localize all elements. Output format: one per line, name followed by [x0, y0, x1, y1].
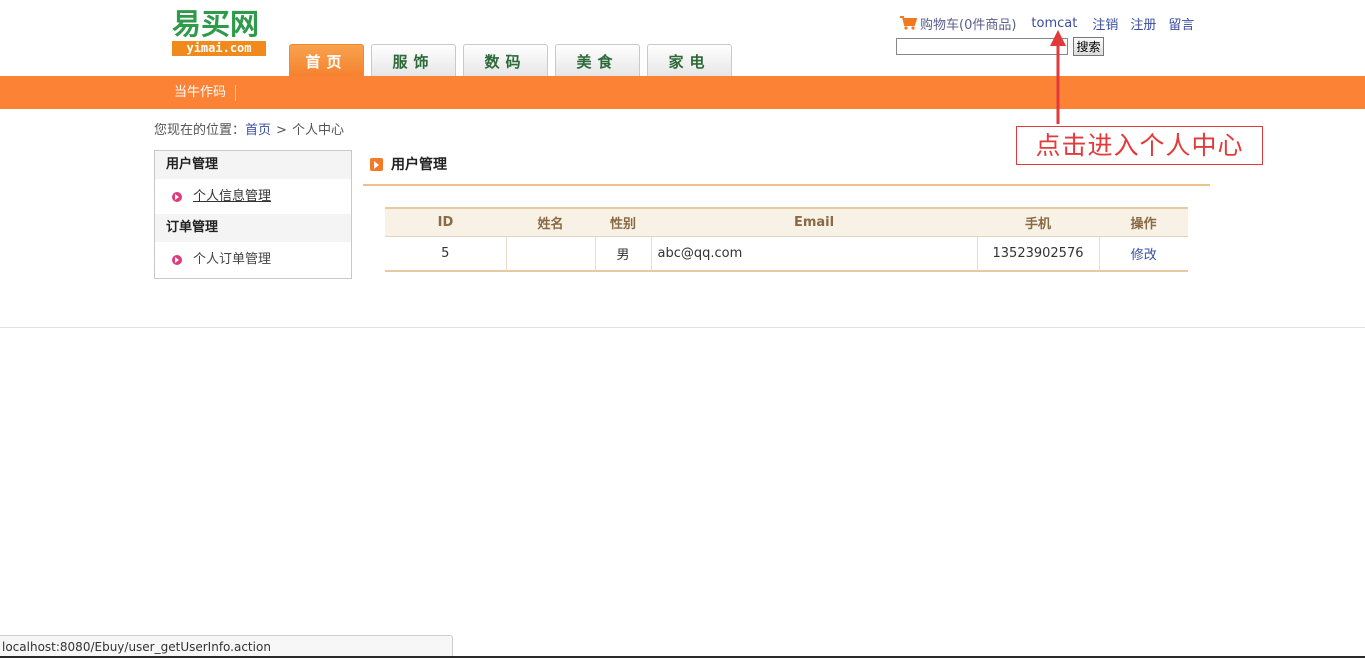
cell-action: 修改	[1099, 236, 1188, 272]
browser-status-bar: localhost:8080/Ebuy/user_getUserInfo.act…	[0, 635, 453, 658]
sidebar-item-orders[interactable]: 个人订单管理	[155, 242, 351, 277]
tab-home[interactable]: 首页	[289, 44, 364, 76]
sidebar: 用户管理 个人信息管理 订单管理 个人订单管理	[154, 150, 352, 279]
user-center-link[interactable]: tomcat	[1031, 16, 1077, 31]
cell-id: 5	[385, 236, 507, 272]
sidebar-item-profile[interactable]: 个人信息管理	[155, 179, 351, 214]
header-email: Email	[651, 207, 977, 237]
tab-appliances[interactable]: 家电	[647, 44, 732, 76]
cart-link[interactable]: 购物车(0件商品)	[920, 14, 1016, 33]
search-input[interactable]	[896, 38, 1068, 55]
footer-divider	[0, 327, 1365, 328]
cell-email: abc@qq.com	[651, 236, 978, 272]
cell-gender: 男	[595, 236, 652, 272]
search-button[interactable]: 搜索	[1073, 37, 1104, 56]
cell-name	[506, 236, 596, 272]
sidebar-section-user: 用户管理	[155, 151, 351, 179]
subnav-link[interactable]: 当牛作码	[174, 85, 237, 101]
annotation-arrow-icon	[1050, 30, 1066, 124]
logout-link[interactable]: 注销	[1092, 14, 1118, 33]
sub-nav-bar: 当牛作码	[0, 76, 1365, 109]
header-id: ID	[385, 207, 506, 237]
user-table: ID 姓名 性别 Email 手机 操作 5 男 abc@qq.com 1352…	[385, 207, 1188, 272]
bullet-arrow-icon	[172, 191, 182, 202]
tab-food[interactable]: 美食	[555, 44, 640, 76]
table-header-row: ID 姓名 性别 Email 手机 操作	[385, 207, 1188, 237]
breadcrumb-current: 个人中心	[291, 123, 344, 138]
sidebar-section-orders: 订单管理	[155, 214, 351, 242]
main-nav: 首页 服饰 数码 美食 家电	[289, 44, 739, 76]
breadcrumb-separator: >	[276, 123, 287, 138]
header-name: 姓名	[506, 207, 595, 237]
site-logo[interactable]: 易买网 yimai.com	[172, 9, 268, 57]
tab-clothing[interactable]: 服饰	[371, 44, 456, 76]
annotation-label: 点击进入个人中心	[1016, 126, 1263, 165]
arrow-right-icon	[370, 158, 383, 171]
breadcrumb-prefix: 您现在的位置：	[154, 123, 246, 138]
page-title: 用户管理	[391, 157, 447, 173]
tab-digital[interactable]: 数码	[463, 44, 548, 76]
register-link[interactable]: 注册	[1130, 14, 1156, 33]
breadcrumb: 您现在的位置：首页 > 个人中心	[154, 119, 344, 138]
logo-text: 易买网	[172, 7, 260, 41]
header-gender: 性别	[595, 207, 651, 237]
bullet-arrow-icon	[172, 254, 182, 265]
sidebar-item-label[interactable]: 个人订单管理	[193, 242, 271, 277]
cart-icon[interactable]	[900, 16, 917, 30]
edit-link[interactable]: 修改	[1131, 248, 1157, 263]
breadcrumb-home-link[interactable]: 首页	[245, 123, 271, 138]
header-phone: 手机	[977, 207, 1099, 237]
message-link[interactable]: 留言	[1168, 14, 1194, 33]
sidebar-item-label[interactable]: 个人信息管理	[193, 179, 271, 214]
header-action: 操作	[1099, 207, 1188, 237]
cell-phone: 13523902576	[977, 236, 1100, 272]
table-row: 5 男 abc@qq.com 13523902576 修改	[385, 236, 1188, 272]
logo-domain: yimai.com	[172, 41, 266, 56]
